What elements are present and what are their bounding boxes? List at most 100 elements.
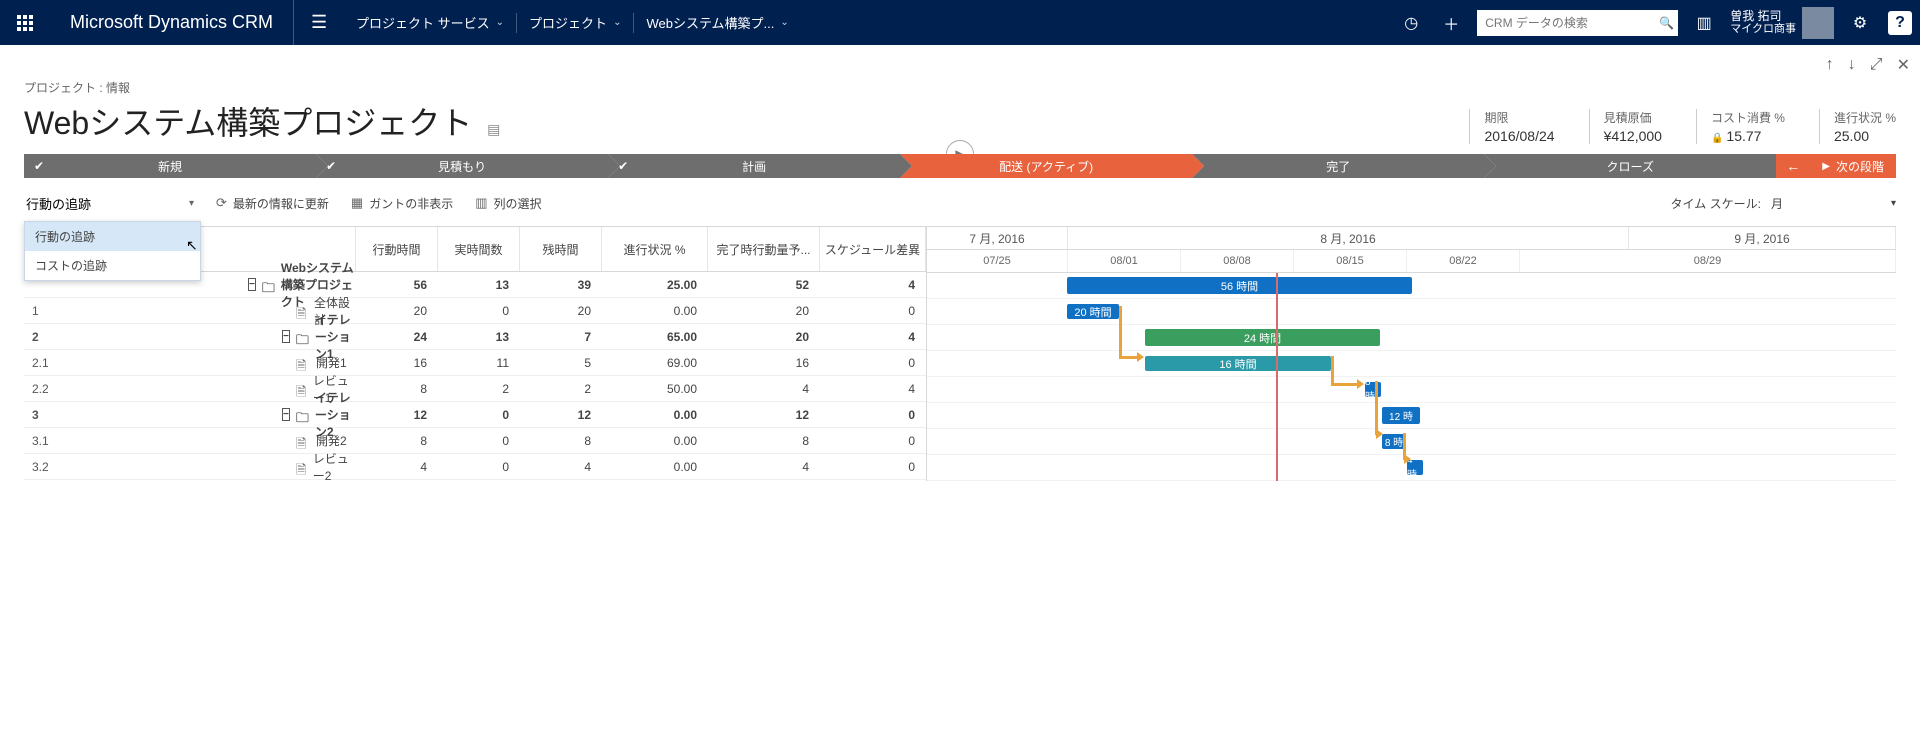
record-header: プロジェクト : 情報 Webシステム構築プロジェクト ▤ 期限 2016/08… bbox=[24, 79, 1896, 144]
col-actual[interactable]: 実時間数 bbox=[438, 227, 520, 271]
gantt-bar-task[interactable]: 8 時 bbox=[1365, 382, 1381, 397]
dropdown-item-cost[interactable]: コストの追跡 bbox=[25, 251, 200, 280]
stage-close[interactable]: クローズ bbox=[1484, 154, 1776, 178]
col-progress[interactable]: 進行状況 % bbox=[602, 227, 708, 271]
nav-area[interactable]: プロジェクト サービス ⌄ bbox=[344, 0, 516, 45]
stage-estimate[interactable]: ✔見積もり bbox=[316, 154, 608, 178]
cell-variance: 4 bbox=[820, 278, 926, 292]
cell-remaining: 2 bbox=[520, 382, 602, 396]
nav-down-icon[interactable]: ↓ bbox=[1848, 56, 1856, 74]
stage-label: 新規 bbox=[158, 158, 182, 175]
col-effort[interactable]: 行動時間 bbox=[356, 227, 438, 271]
page-title: Webシステム構築プロジェクト ▤ bbox=[24, 98, 500, 144]
cell-eac: 16 bbox=[708, 356, 820, 370]
close-icon[interactable]: ✕ bbox=[1897, 55, 1910, 75]
gear-icon[interactable]: ⚙ bbox=[1840, 0, 1880, 45]
view-selector-input[interactable] bbox=[24, 195, 168, 212]
user-name: 曽我 拓司 bbox=[1730, 9, 1796, 23]
cell-id: 2 bbox=[24, 330, 130, 344]
next-stage-button[interactable]: ▶次の段階 bbox=[1810, 154, 1896, 178]
gantt-lane: 56 時間 bbox=[927, 273, 1896, 299]
gantt-lane: 8 時 bbox=[927, 429, 1896, 455]
next-stage-back-button[interactable]: ← bbox=[1776, 154, 1810, 178]
cell-progress: 69.00 bbox=[602, 356, 708, 370]
search-icon[interactable]: 🔍 bbox=[1659, 16, 1674, 30]
cell-remaining: 12 bbox=[520, 408, 602, 422]
cell-effort: 20 bbox=[356, 304, 438, 318]
collapse-toggle[interactable]: − bbox=[248, 278, 256, 291]
cell-variance: 4 bbox=[820, 330, 926, 344]
nav-area-label: プロジェクト サービス bbox=[356, 13, 490, 32]
tracking-view-selector[interactable]: ▾ 行動の追跡 コストの追跡 ↖ bbox=[24, 195, 194, 212]
chevron-down-icon[interactable]: ▾ bbox=[189, 198, 194, 209]
stage-complete[interactable]: 完了 bbox=[1192, 154, 1484, 178]
add-icon[interactable]: ＋ bbox=[1431, 0, 1471, 45]
chevron-down-icon: ⌄ bbox=[780, 17, 788, 28]
waffle-icon[interactable] bbox=[0, 0, 50, 45]
gantt-bar-project[interactable]: 56 時間 bbox=[1067, 277, 1412, 294]
cell-eac: 8 bbox=[708, 434, 820, 448]
cell-variance: 4 bbox=[820, 382, 926, 396]
gantt-lane: 4 時 bbox=[927, 455, 1896, 481]
cell-remaining: 4 bbox=[520, 460, 602, 474]
cell-effort: 24 bbox=[356, 330, 438, 344]
cell-variance: 0 bbox=[820, 434, 926, 448]
gantt-link bbox=[1375, 381, 1378, 435]
gantt-week: 07/25 bbox=[927, 250, 1068, 272]
sitemap-toggle-icon[interactable]: ☰ bbox=[294, 12, 344, 33]
gantt-lane: 8 時 bbox=[927, 377, 1896, 403]
column-chooser-button[interactable]: ▥列の選択 bbox=[475, 195, 541, 212]
metric-label: 進行状況 % bbox=[1834, 109, 1896, 126]
collapse-toggle[interactable]: − bbox=[282, 408, 290, 421]
col-remaining[interactable]: 残時間 bbox=[520, 227, 602, 271]
table-row[interactable]: 3.2🗎レビュー24040.0040 bbox=[24, 454, 926, 480]
nav-up-icon[interactable]: ↑ bbox=[1826, 56, 1834, 74]
tracking-grid: タスク名▼ 行動時間 実時間数 残時間 進行状況 % 完了時行動量予... スケ… bbox=[24, 226, 1896, 481]
tool-label: ガントの非表示 bbox=[369, 195, 453, 212]
filter-icon[interactable]: ▥ bbox=[1684, 0, 1724, 45]
search-input[interactable] bbox=[1481, 16, 1659, 30]
stage-new[interactable]: ✔新規 bbox=[24, 154, 316, 178]
table-row[interactable]: 3−🗀イテレーション2120120.00120 bbox=[24, 402, 926, 428]
tool-label: 最新の情報に更新 bbox=[233, 195, 329, 212]
clock-icon[interactable]: ◷ bbox=[1391, 0, 1431, 45]
refresh-button[interactable]: ⟳最新の情報に更新 bbox=[216, 195, 329, 212]
lock-icon: 🔒 bbox=[1711, 133, 1723, 144]
popout-icon[interactable]: ⤢ bbox=[1870, 56, 1883, 74]
nav-entity[interactable]: プロジェクト⌄ bbox=[517, 0, 633, 45]
help-icon[interactable]: ? bbox=[1880, 0, 1920, 45]
col-eac[interactable]: 完了時行動量予... bbox=[708, 227, 820, 271]
arrow-icon bbox=[1404, 454, 1411, 464]
cell-effort: 12 bbox=[356, 408, 438, 422]
cell-progress: 65.00 bbox=[602, 330, 708, 344]
gantt-chart[interactable]: 7 月, 2016 8 月, 2016 9 月, 2016 07/25 08/0… bbox=[927, 227, 1896, 481]
dropdown-item-effort[interactable]: 行動の追跡 bbox=[25, 222, 200, 251]
gantt-bar-task[interactable]: 16 時間 bbox=[1145, 356, 1331, 371]
stage-label: 配送 (アクティブ) bbox=[999, 158, 1093, 175]
cell-remaining: 8 bbox=[520, 434, 602, 448]
toggle-gantt-button[interactable]: ▦ガントの非表示 bbox=[351, 195, 453, 212]
timescale-value: 月 bbox=[1771, 195, 1881, 212]
collapse-toggle[interactable]: − bbox=[282, 330, 290, 343]
metric-cost: 見積原価 ¥412,000 bbox=[1589, 109, 1662, 144]
view-selector-dropdown: 行動の追跡 コストの追跡 bbox=[24, 221, 201, 281]
gantt-bar-summary[interactable]: 12 時 bbox=[1382, 407, 1420, 424]
table-row[interactable]: 2−🗀イテレーション12413765.00204 bbox=[24, 324, 926, 350]
gantt-month: 7 月, 2016 bbox=[927, 227, 1068, 249]
gantt-bar-task[interactable]: 20 時間 bbox=[1067, 304, 1119, 319]
nav-record[interactable]: Webシステム構築プ...⌄ bbox=[634, 0, 800, 45]
brand-title[interactable]: Microsoft Dynamics CRM bbox=[50, 0, 294, 45]
user-menu[interactable]: 曽我 拓司 マイクロ商事 bbox=[1724, 7, 1840, 39]
stage-plan[interactable]: ✔計画 bbox=[608, 154, 900, 178]
col-variance[interactable]: スケジュール差異 bbox=[820, 227, 926, 271]
metric-value: 25.00 bbox=[1834, 128, 1896, 144]
chevron-down-icon[interactable]: ▾ bbox=[1891, 198, 1896, 209]
stage-deliver[interactable]: 配送 (アクティブ) bbox=[900, 154, 1192, 178]
chevron-down-icon: ⌄ bbox=[496, 17, 504, 28]
form-selector-icon[interactable]: ▤ bbox=[487, 121, 500, 137]
gantt-bar-summary[interactable]: 24 時間 bbox=[1145, 329, 1380, 346]
metric-due: 期限 2016/08/24 bbox=[1469, 109, 1554, 144]
global-search[interactable]: 🔍 bbox=[1477, 10, 1678, 36]
cell-progress: 50.00 bbox=[602, 382, 708, 396]
gantt-month: 9 月, 2016 bbox=[1629, 227, 1896, 249]
